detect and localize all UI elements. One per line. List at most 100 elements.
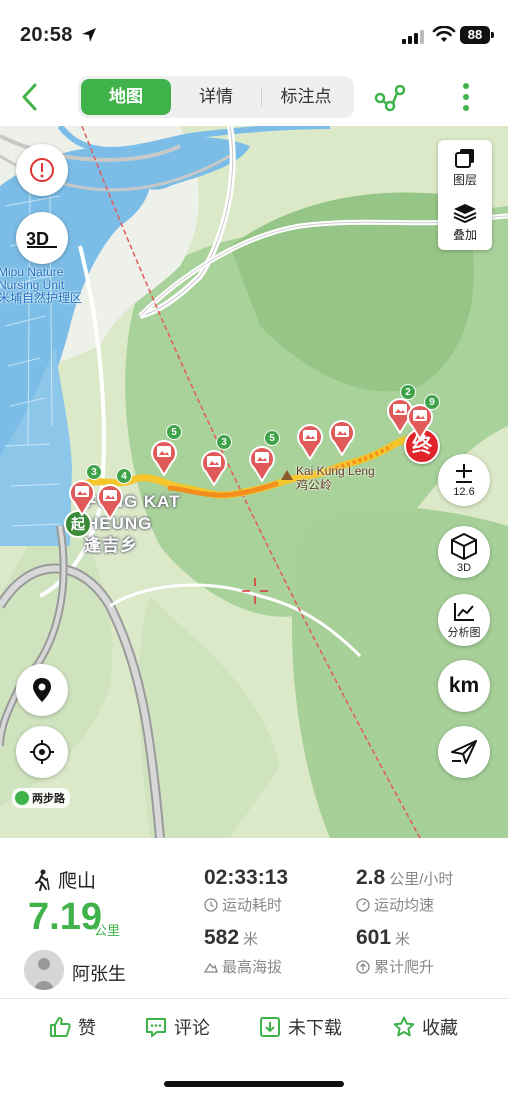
avatar[interactable]: [24, 950, 64, 990]
crosshair-icon: [30, 740, 54, 764]
overlay-label: 叠加: [452, 228, 477, 242]
status-time: 20:58: [20, 24, 73, 46]
peak-label-en: Kai Kung Leng: [296, 464, 375, 478]
route-share-icon[interactable]: [374, 82, 406, 112]
unit-label: km: [448, 674, 480, 697]
photo-pin-icon: [201, 450, 227, 487]
view-3d-toggle-button[interactable]: 3D: [16, 212, 68, 264]
activity-stats: 爬山 7.19 公里 阿张生 02:33:13 运动耗时 2.8 公里/小时 运动…: [0, 838, 508, 998]
alert-icon: [30, 158, 54, 182]
status-bar: 20:58 88: [0, 0, 508, 70]
photo-count-badge: 9: [424, 394, 440, 410]
unit-toggle-button[interactable]: km: [438, 660, 490, 712]
3d-view-button[interactable]: 3D: [438, 526, 490, 578]
speedometer-icon: [356, 897, 370, 912]
zoom-plus-minus-icon: [456, 463, 472, 483]
nature-reserve-label-en: Mipu Nature Nursing Unit: [0, 265, 65, 292]
locate-me-button[interactable]: [16, 726, 68, 778]
alert-button[interactable]: [16, 144, 68, 196]
photo-pin-icon: [97, 484, 123, 521]
photo-pin[interactable]: [328, 418, 356, 457]
duration-value: 02:33:13: [204, 866, 289, 889]
wifi-icon: [432, 26, 456, 42]
distance-unit: 公里: [94, 923, 121, 938]
hiking-icon: [35, 869, 50, 891]
battery-indicator: 88: [460, 26, 494, 44]
favorite-label: 收藏: [422, 1018, 458, 1038]
photo-count-badge: 4: [116, 468, 132, 484]
activity-type: 爬山: [32, 866, 96, 893]
location-arrow-icon: [82, 28, 96, 42]
photo-pin-icon: [151, 440, 177, 477]
paper-plane-icon: [451, 740, 477, 764]
cube-icon: [451, 532, 477, 560]
overlay-button[interactable]: 叠加: [438, 195, 492, 250]
photo-pin-icon: [69, 480, 95, 517]
avatar-image: [24, 950, 64, 990]
3d-cube-icon: 3D: [26, 229, 57, 249]
climb-unit: 米: [395, 931, 411, 948]
photo-pin[interactable]: [150, 438, 178, 477]
footprint-button[interactable]: [16, 664, 68, 716]
nav-bar: 地图 详情 标注点: [0, 70, 508, 126]
tab-waypoints[interactable]: 标注点: [261, 79, 351, 115]
duration-label: 运动耗时: [204, 894, 282, 915]
analysis-button[interactable]: 分析图: [438, 594, 490, 646]
download-icon: [260, 1017, 280, 1037]
like-button[interactable]: 赞: [48, 1014, 96, 1040]
navigate-button[interactable]: [438, 726, 490, 778]
line-chart-icon: [454, 602, 474, 621]
map-view[interactable]: Mipu Nature Nursing Unit 米埔自然护理区 FUNG KA…: [0, 126, 508, 838]
climb-value: 601 米: [356, 926, 411, 949]
photo-count-badge: 3: [86, 464, 102, 480]
photo-pin[interactable]: [68, 478, 96, 517]
location-pin-icon: [33, 678, 51, 702]
favorite-button[interactable]: 收藏: [392, 1014, 458, 1040]
layer-panel: 图层 叠加: [438, 140, 492, 250]
photo-pin[interactable]: [296, 422, 324, 461]
action-bar: 赞 评论 未下载 收藏: [0, 1006, 508, 1050]
brand-icon: [15, 791, 29, 805]
star-icon: [393, 1016, 415, 1037]
photo-pin[interactable]: [96, 482, 124, 521]
activity-type-label: 爬山: [58, 871, 97, 892]
segmented-tabs: 地图 详情 标注点: [78, 76, 354, 118]
comment-button[interactable]: 评论: [144, 1014, 210, 1040]
layers-button[interactable]: 图层: [438, 140, 492, 195]
download-label: 未下载: [288, 1018, 342, 1038]
photo-pin[interactable]: [248, 444, 276, 483]
photo-pin[interactable]: [200, 448, 228, 487]
layers-label: 图层: [452, 173, 477, 187]
photo-pin-icon: [329, 420, 355, 457]
zoom-button[interactable]: 12.6: [438, 454, 490, 506]
download-button[interactable]: 未下载: [258, 1014, 342, 1040]
brand-name: 两步路: [32, 793, 65, 805]
photo-count-badge: 5: [264, 430, 280, 446]
place-label-zh: 逢吉乡: [84, 536, 138, 555]
photo-count-badge: 2: [400, 384, 416, 400]
climb-label: 累计爬升: [356, 956, 434, 977]
avg-speed-unit: 公里/小时: [389, 871, 454, 888]
avg-speed-value: 2.8 公里/小时: [356, 866, 454, 889]
tab-map[interactable]: 地图: [81, 79, 171, 115]
max-altitude-unit: 米: [243, 931, 259, 948]
photo-count-badge: 3: [216, 434, 232, 450]
analysis-label: 分析图: [447, 626, 481, 639]
divider: [0, 998, 508, 999]
3d-view-label: 3D: [456, 561, 472, 574]
photo-pin-icon: [249, 446, 275, 483]
distance-value: 7.19: [28, 896, 102, 938]
comment-icon: [146, 1018, 166, 1037]
max-altitude-value: 582 米: [204, 926, 259, 949]
username[interactable]: 阿张生: [72, 960, 126, 986]
tab-details[interactable]: 详情: [171, 79, 261, 115]
back-button[interactable]: [16, 80, 44, 114]
zoom-level: 12.6: [453, 485, 475, 498]
more-options-icon[interactable]: [458, 80, 474, 114]
thumbs-up-icon: [50, 1017, 71, 1037]
comment-label: 评论: [174, 1018, 210, 1038]
cellular-signal-icon: [402, 30, 424, 44]
overlay-stack-icon: [453, 204, 477, 224]
nature-reserve-label-zh: 米埔自然护理区: [0, 291, 83, 305]
home-indicator: [164, 1081, 344, 1087]
